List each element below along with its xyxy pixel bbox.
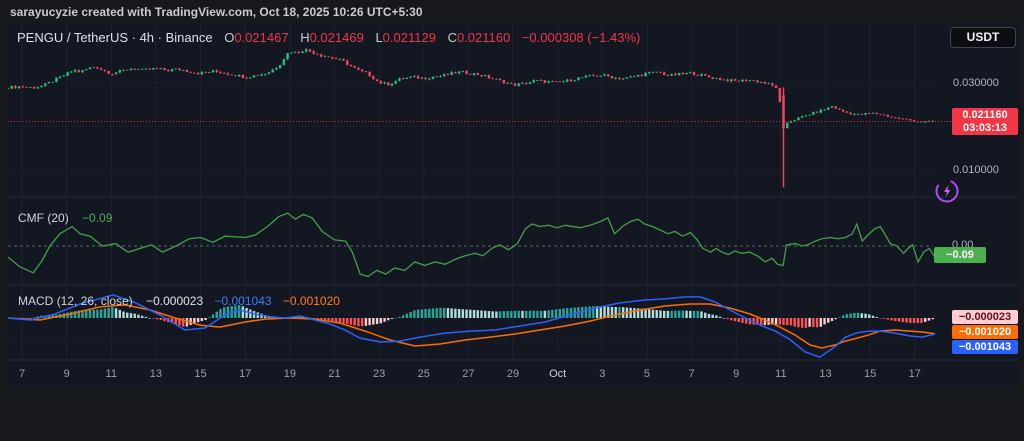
time-tick-label: 9 xyxy=(721,368,751,380)
cmf-line xyxy=(8,213,935,276)
last-price-badge: 0.021160 03:03:13 xyxy=(952,108,1018,135)
time-tick-label: 9 xyxy=(52,368,82,380)
time-tick-label: 15 xyxy=(855,368,885,380)
cmf-value-badge: −0.09 xyxy=(934,247,986,263)
currency-toggle-button[interactable]: USDT xyxy=(950,27,1016,48)
high-value: 0.021469 xyxy=(310,30,364,45)
macd-signal-badge: −0.001020 xyxy=(952,325,1018,339)
time-tick-label: 11 xyxy=(766,368,796,380)
attribution-text: sarayucyzie created with TradingView.com… xyxy=(10,5,423,19)
macd-params: (12, 26, close) xyxy=(57,294,133,308)
price-axis-label-low: 0.010000 xyxy=(953,164,999,176)
time-tick-label: 11 xyxy=(96,368,126,380)
time-tick-label: 25 xyxy=(409,368,439,380)
macd-hist-value: −0.000023 xyxy=(146,294,203,308)
cmf-current-value: −0.09 xyxy=(82,211,112,225)
macd-indicator-header[interactable]: MACD (12, 26, close) −0.000023 −0.001043… xyxy=(18,294,340,308)
time-axis[interactable]: 7 9 11 13 15 17 19 21 23 25 27 29 Oct 3 5 7 9 11 13 15 17 xyxy=(0,362,1024,388)
tradingview-snapshot: sarayucyzie created with TradingView.com… xyxy=(0,0,1024,441)
high-label: H xyxy=(300,30,309,45)
macd-signal-value: −0.001020 xyxy=(283,294,340,308)
left-margin xyxy=(0,24,8,388)
low-value: 0.021129 xyxy=(383,30,436,45)
time-tick-label: Oct xyxy=(543,368,573,380)
footer xyxy=(0,388,1024,441)
time-tick-label: 13 xyxy=(811,368,841,380)
macd-signal-line xyxy=(8,304,935,348)
symbol-legend-row[interactable]: PENGU / TetherUS · 4h · Binance O0.02146… xyxy=(17,30,640,45)
right-margin xyxy=(1019,24,1024,388)
macd-line-value: −0.001043 xyxy=(214,294,271,308)
cmf-name: CMF xyxy=(18,211,44,225)
close-value: 0.021160 xyxy=(457,30,510,45)
open-value: 0.021467 xyxy=(234,30,288,45)
time-tick-label: 27 xyxy=(453,368,483,380)
candle-countdown: 03:03:13 xyxy=(952,122,1018,135)
time-tick-label: 17 xyxy=(900,368,930,380)
time-tick-label: 15 xyxy=(186,368,216,380)
cmf-indicator-header[interactable]: CMF (20) −0.09 xyxy=(18,211,112,225)
time-tick-label: 5 xyxy=(632,368,662,380)
cmf-params: (20) xyxy=(47,211,68,225)
candles-layer xyxy=(7,48,934,187)
time-tick-label: 7 xyxy=(7,368,37,380)
macd-name: MACD xyxy=(18,294,53,308)
low-label: L xyxy=(375,30,382,45)
change-value: −0.000308 (−1.43%) xyxy=(522,30,641,45)
symbol-title[interactable]: PENGU / TetherUS · 4h · Binance xyxy=(17,30,213,45)
time-tick-label: 3 xyxy=(587,368,617,380)
time-tick-label: 19 xyxy=(275,368,305,380)
time-tick-label: 29 xyxy=(498,368,528,380)
last-price-value: 0.021160 xyxy=(952,109,1018,122)
macd-hist-badge: −0.000023 xyxy=(952,310,1018,324)
macd-line-badge: −0.001043 xyxy=(952,340,1018,354)
time-tick-label: 17 xyxy=(230,368,260,380)
price-axis-label-high: 0.030000 xyxy=(953,77,999,89)
time-tick-label: 21 xyxy=(319,368,349,380)
time-tick-label: 7 xyxy=(677,368,707,380)
flash-icon xyxy=(934,178,961,205)
time-tick-label: 13 xyxy=(141,368,171,380)
time-tick-label: 23 xyxy=(364,368,394,380)
close-label: C xyxy=(448,30,457,45)
open-label: O xyxy=(224,30,234,45)
